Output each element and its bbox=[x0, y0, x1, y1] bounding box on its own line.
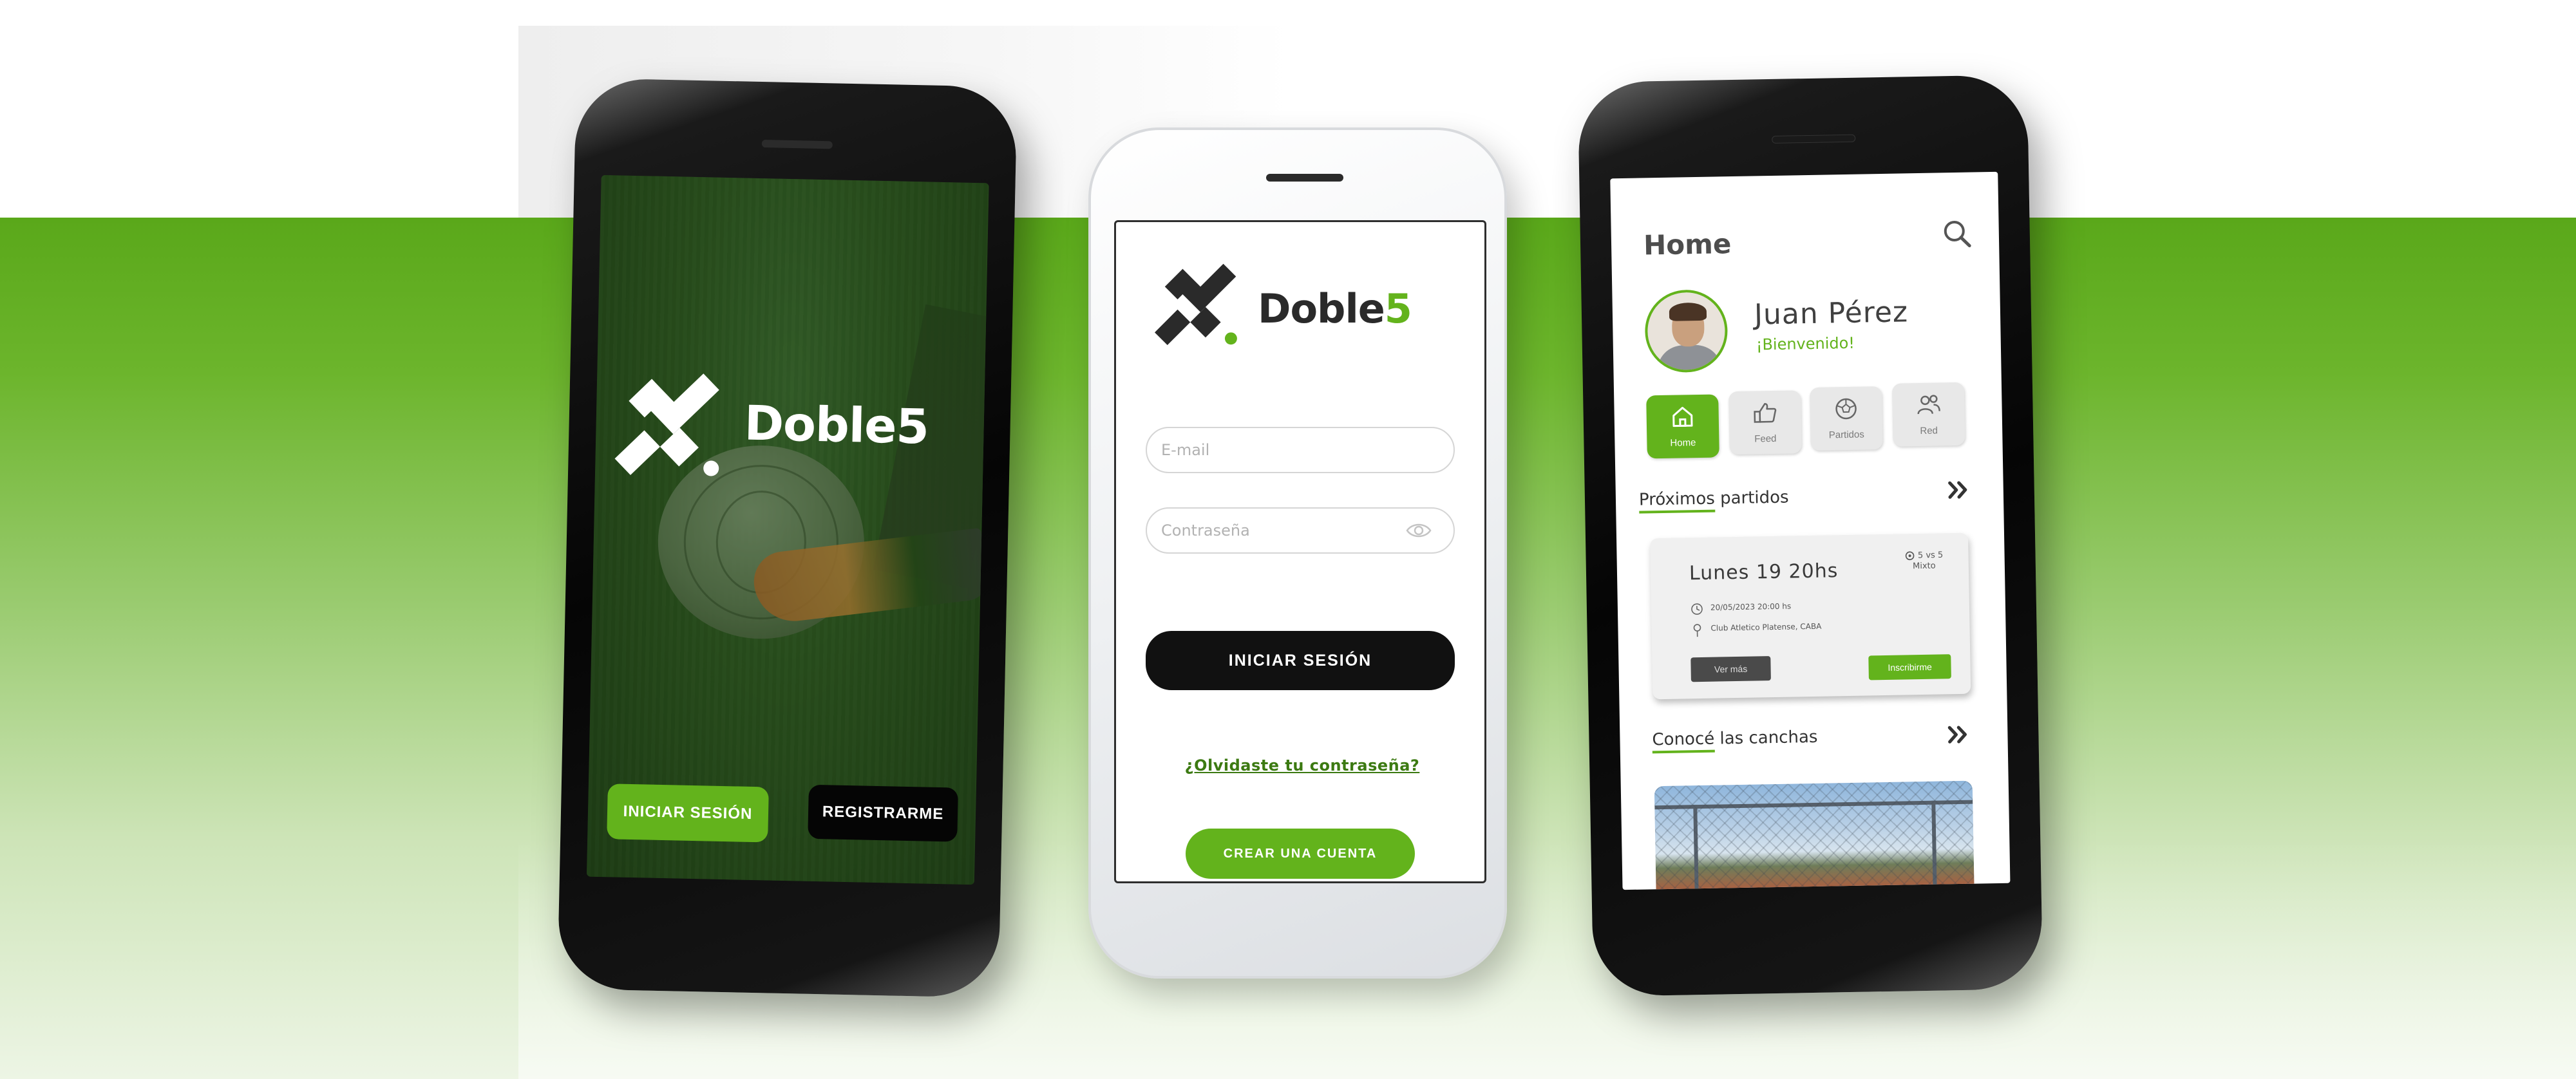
match-card[interactable]: Lunes 19 20hs 5 vs 5 Mixto 20/05/2023 20… bbox=[1650, 532, 1971, 700]
page-title: Home bbox=[1643, 228, 1732, 261]
avatar-body bbox=[1656, 344, 1722, 373]
phone-speaker bbox=[761, 140, 833, 149]
login-button[interactable]: INICIAR SESIÓN bbox=[1146, 631, 1455, 690]
location-pin-icon bbox=[1693, 624, 1701, 637]
see-more-button[interactable]: Ver más bbox=[1690, 656, 1771, 682]
upcoming-matches-title: Próximos partidos bbox=[1638, 487, 1789, 514]
nav-label: Home bbox=[1670, 437, 1696, 449]
phone-home: Home Juan Pérez ¡Bienvenido! Home Feed P… bbox=[1577, 75, 2043, 997]
doble5-logo: Doble5 bbox=[1155, 248, 1457, 351]
phone-welcome: Doble5 INICIAR SESIÓN REGISTRARME bbox=[557, 77, 1018, 999]
phone-login: Doble5 INICIAR SESIÓN ¿Olvidaste tu cont… bbox=[1088, 127, 1507, 979]
nav-red[interactable]: Red bbox=[1891, 382, 1965, 447]
password-input[interactable] bbox=[1161, 509, 1406, 552]
upcoming-title-rest: partidos bbox=[1719, 487, 1789, 509]
phone-speaker bbox=[1266, 174, 1343, 182]
courts-title-underlined: Conocé bbox=[1652, 729, 1715, 754]
doble5-mark-icon bbox=[614, 373, 719, 476]
thumbs-up-icon bbox=[1754, 402, 1777, 423]
soccer-ball-icon bbox=[1835, 398, 1857, 420]
match-title: Lunes 19 20hs bbox=[1689, 559, 1839, 585]
user-name: Juan Pérez bbox=[1754, 296, 1909, 332]
mockup-stage: Doble5 INICIAR SESIÓN REGISTRARME Doble5 bbox=[0, 0, 2576, 1079]
nav-label: Feed bbox=[1754, 433, 1777, 445]
email-input[interactable] bbox=[1161, 428, 1406, 472]
double-chevron-right-icon[interactable] bbox=[1947, 725, 1971, 745]
double-chevron-right-icon[interactable] bbox=[1947, 480, 1971, 500]
soccer-ball-icon bbox=[1906, 551, 1915, 561]
search-icon[interactable] bbox=[1940, 218, 1973, 250]
logo-name: Doble bbox=[1258, 285, 1385, 332]
green-overlay bbox=[586, 174, 989, 885]
forgot-password-link[interactable]: ¿Olvidaste tu contraseña? bbox=[1116, 756, 1484, 774]
logo-number: 5 bbox=[1384, 285, 1412, 332]
courts-title-rest: las canchas bbox=[1719, 727, 1818, 749]
house-icon bbox=[1672, 406, 1693, 427]
match-type-line1: 5 vs 5 bbox=[1917, 550, 1944, 561]
password-field[interactable] bbox=[1146, 507, 1455, 554]
nav-partidos[interactable]: Partidos bbox=[1809, 386, 1883, 451]
match-datetime-row: 20/05/2023 20:00 hs bbox=[1690, 602, 1791, 618]
court-photo[interactable] bbox=[1654, 780, 1975, 890]
welcome-screen: Doble5 INICIAR SESIÓN REGISTRARME bbox=[586, 174, 989, 885]
clock-icon bbox=[1691, 603, 1703, 615]
doble5-logo: Doble5 bbox=[614, 355, 978, 492]
court-net bbox=[1654, 780, 1975, 890]
nav-label: Partidos bbox=[1828, 429, 1864, 441]
create-account-button[interactable]: CREAR UNA CUENTA bbox=[1186, 829, 1415, 879]
courts-title: Conocé las canchas bbox=[1652, 727, 1818, 754]
logo-wordmark: Doble5 bbox=[743, 395, 929, 455]
match-location: Club Atletico Platense, CABA bbox=[1710, 621, 1822, 633]
login-screen: Doble5 INICIAR SESIÓN ¿Olvidaste tu cont… bbox=[1114, 220, 1486, 883]
match-type: 5 vs 5 Mixto bbox=[1888, 550, 1960, 572]
nav-home[interactable]: Home bbox=[1646, 394, 1719, 459]
people-icon bbox=[1917, 395, 1940, 415]
match-type-line2: Mixto bbox=[1912, 561, 1936, 571]
phone-speaker bbox=[1772, 134, 1856, 144]
doble5-mark-icon bbox=[1155, 263, 1237, 346]
avatar[interactable] bbox=[1644, 289, 1728, 373]
upcoming-title-underlined: Próximos bbox=[1638, 489, 1716, 514]
logo-wordmark: Doble5 bbox=[1258, 285, 1412, 332]
signup-button[interactable]: Inscribirme bbox=[1868, 654, 1951, 680]
register-button[interactable]: REGISTRARME bbox=[808, 784, 958, 842]
eye-icon[interactable] bbox=[1406, 521, 1432, 540]
match-datetime: 20/05/2023 20:00 hs bbox=[1710, 601, 1792, 612]
nav-label: Red bbox=[1920, 425, 1938, 436]
email-field[interactable] bbox=[1146, 427, 1455, 473]
welcome-text: ¡Bienvenido! bbox=[1756, 333, 1855, 354]
avatar-hair bbox=[1669, 302, 1707, 321]
login-button[interactable]: INICIAR SESIÓN bbox=[607, 783, 769, 843]
home-screen: Home Juan Pérez ¡Bienvenido! Home Feed P… bbox=[1610, 171, 2011, 890]
match-location-row: Club Atletico Platense, CABA bbox=[1690, 622, 1821, 640]
nav-feed[interactable]: Feed bbox=[1728, 390, 1802, 455]
